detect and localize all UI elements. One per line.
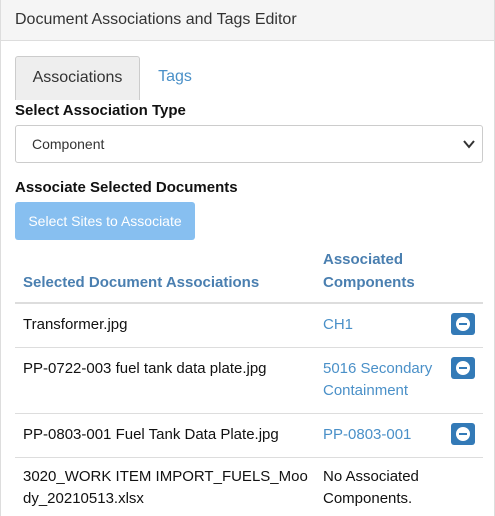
no-components-text: No Associated Components. <box>323 468 419 507</box>
table-row: PP-0722-003 fuel tank data plate.jpg 501… <box>15 347 483 413</box>
remove-association-button[interactable] <box>451 357 475 379</box>
component-link[interactable]: PP-0803-001 <box>323 424 411 446</box>
remove-association-button[interactable] <box>451 423 475 445</box>
association-type-select[interactable]: Component <box>15 125 483 163</box>
document-name: 3020_WORK ITEM IMPORT_FUELS_Moody_202105… <box>23 468 308 507</box>
select-sites-button[interactable]: Select Sites to Associate <box>15 202 195 240</box>
column-header-documents: Selected Document Associations <box>23 274 260 291</box>
minus-circle-icon <box>456 361 470 375</box>
association-type-selected-value: Component <box>32 136 105 152</box>
panel-title: Document Associations and Tags Editor <box>1 0 494 41</box>
tab-bar: Associations Tags <box>15 56 494 100</box>
chevron-down-icon <box>463 140 475 149</box>
table-row: Transformer.jpg CH1 <box>15 303 483 347</box>
tab-tags[interactable]: Tags <box>155 56 195 100</box>
component-link[interactable]: 5016 Secondary Containment <box>323 358 453 402</box>
column-header-components: Associated Components <box>323 251 415 291</box>
document-name: PP-0803-001 Fuel Tank Data Plate.jpg <box>23 426 279 443</box>
associate-documents-label: Associate Selected Documents <box>15 179 238 196</box>
association-type-label: Select Association Type <box>15 102 186 119</box>
minus-circle-icon <box>456 427 470 441</box>
remove-association-button[interactable] <box>451 313 475 335</box>
minus-circle-icon <box>456 317 470 331</box>
tab-associations[interactable]: Associations <box>15 56 140 100</box>
table-row: PP-0803-001 Fuel Tank Data Plate.jpg PP-… <box>15 413 483 457</box>
table-row: 3020_WORK ITEM IMPORT_FUELS_Moody_202105… <box>15 457 483 516</box>
document-name: Transformer.jpg <box>23 316 128 333</box>
document-name: PP-0722-003 fuel tank data plate.jpg <box>23 360 267 377</box>
component-link[interactable]: CH1 <box>323 314 353 336</box>
associations-tags-editor-panel: Document Associations and Tags Editor As… <box>0 0 495 516</box>
